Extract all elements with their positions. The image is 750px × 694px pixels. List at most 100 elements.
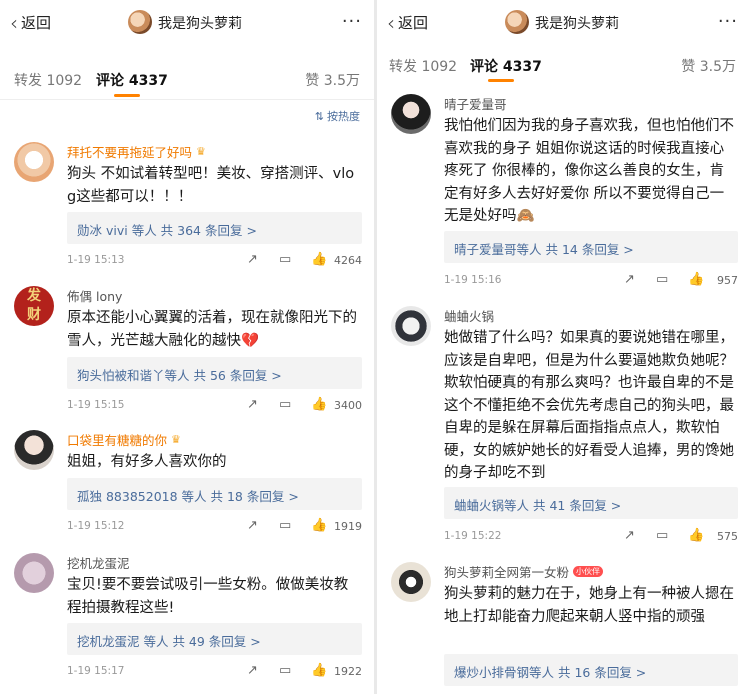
- comment-text: 我怕他们因为我的身子喜欢我，但也怕他们不喜欢我的身子 姐姐你说这话的时候我直接心…: [444, 118, 734, 224]
- comment-text: 她做错了什么吗？如果真的要说她错在哪里，应该是自卑吧，但是为什么要逼她欺负她呢？…: [444, 330, 734, 481]
- chevron-left-icon: ‹: [387, 10, 395, 35]
- back-button[interactable]: ‹ 返回: [387, 12, 428, 33]
- author-name[interactable]: 我是狗头萝莉: [158, 13, 242, 33]
- comment-time: 1-19 15:17: [67, 665, 125, 677]
- sort-icon: ⇅: [314, 109, 324, 123]
- tab-bar: 转发 1092 评论 4337 赞 3.5万: [377, 46, 750, 82]
- share-icon[interactable]: ↗: [624, 528, 635, 543]
- reply-summary[interactable]: 狗头怕被和谐丫等人 共 56 条回复 >: [67, 357, 362, 389]
- comment-text: 宝贝!要不要尝试吸引一些女粉。做做美妆教程拍摄教程这些!: [67, 577, 349, 616]
- comment-icon[interactable]: ▭: [656, 528, 668, 543]
- comment-text: 姐姐，有好多人喜欢你的: [67, 454, 227, 470]
- back-label: 返回: [398, 14, 429, 32]
- comment-username[interactable]: 狗头萝莉全网第一女粉 小伙伴: [444, 562, 738, 580]
- like-icon[interactable]: 👍: [311, 397, 327, 412]
- avatar[interactable]: [14, 142, 54, 182]
- tab-likes[interactable]: 赞 3.5万: [681, 56, 736, 76]
- username-text: 拜托不要再拖延了好吗: [67, 144, 193, 160]
- share-icon[interactable]: ↗: [247, 397, 258, 412]
- fan-badge: 小伙伴: [573, 565, 604, 577]
- comment-body: 晴子爱量哥 我怕他们因为我的身子喜欢我，但也怕他们不喜欢我的身子 姐姐你说这话的…: [444, 94, 738, 228]
- username-text: 佈偶 lony: [67, 288, 123, 304]
- comment-username[interactable]: 晴子爱量哥: [444, 94, 738, 112]
- share-icon[interactable]: ↗: [247, 518, 258, 533]
- comment-icon[interactable]: ▭: [279, 518, 291, 533]
- right-screenshot-panel: ‹ 返回 我是狗头萝莉 ··· 转发 1092 评论 4337 赞 3.5万 晴…: [377, 0, 750, 694]
- like-icon[interactable]: 👍: [311, 663, 327, 678]
- avatar[interactable]: [391, 562, 431, 602]
- more-dots-icon[interactable]: ···: [342, 11, 362, 32]
- avatar[interactable]: [14, 553, 54, 593]
- avatar[interactable]: [391, 306, 431, 346]
- left-screenshot-panel: ‹ 返回 我是狗头萝莉 ··· 转发 1092 评论 4337 赞 3.5万 ⇅…: [0, 0, 374, 694]
- comment-meta: 1-19 15:13 ↗ ▭ 👍 4264: [67, 252, 362, 270]
- share-icon[interactable]: ↗: [247, 252, 258, 267]
- avatar[interactable]: [391, 94, 431, 134]
- comment-body: 挖机龙蛋泥 宝贝!要不要尝试吸引一些女粉。做做美妆教程拍摄教程这些!: [67, 553, 362, 619]
- like-count: 1919: [334, 520, 362, 533]
- comment-time: 1-19 15:16: [444, 274, 502, 286]
- back-button[interactable]: ‹ 返回: [10, 12, 51, 33]
- comment-body: 狗头萝莉全网第一女粉 小伙伴 狗头萝莉的魅力在于，她身上有一种被人摁在地上打却能…: [444, 562, 738, 628]
- comment-meta: 1-19 15:17 ↗ ▭ 👍 1922: [67, 663, 362, 681]
- comment-icon[interactable]: ▭: [279, 252, 291, 267]
- avatar[interactable]: 发财: [14, 286, 54, 326]
- tab-active-underline: [488, 79, 514, 82]
- reply-summary[interactable]: 爆炒小排骨钢等人 共 16 条回复 >: [444, 654, 738, 686]
- top-nav-bar: ‹ 返回 我是狗头萝莉 ···: [377, 0, 750, 44]
- comment-meta: 1-19 15:12 ↗ ▭ 👍 1919: [67, 518, 362, 536]
- author-avatar[interactable]: [505, 10, 529, 34]
- avatar[interactable]: [14, 430, 54, 470]
- like-icon[interactable]: 👍: [311, 252, 327, 267]
- comment-item: 口袋里有糖糖的你 ♛ 姐姐，有好多人喜欢你的 孤独 883852018 等人 共…: [0, 430, 374, 540]
- like-icon[interactable]: 👍: [688, 272, 704, 287]
- reply-summary[interactable]: 挖机龙蛋泥 等人 共 49 条回复 >: [67, 623, 362, 655]
- comment-username[interactable]: 拜托不要再拖延了好吗 ♛: [67, 142, 362, 160]
- tab-comments[interactable]: 评论 4337: [470, 56, 542, 76]
- comment-item: 晴子爱量哥 我怕他们因为我的身子喜欢我，但也怕他们不喜欢我的身子 姐姐你说这话的…: [377, 94, 750, 290]
- comment-username[interactable]: 挖机龙蛋泥: [67, 553, 362, 571]
- share-icon[interactable]: ↗: [247, 663, 258, 678]
- sort-toggle[interactable]: ⇅ 按热度: [315, 108, 360, 124]
- comment-body: 口袋里有糖糖的你 ♛ 姐姐，有好多人喜欢你的: [67, 430, 362, 474]
- comment-icon[interactable]: ▭: [279, 397, 291, 412]
- author-name[interactable]: 我是狗头萝莉: [535, 13, 619, 33]
- comment-text: 原本还能小心翼翼的活着，现在就像阳光下的雪人，光芒越大融化的越快💔: [67, 310, 357, 349]
- like-icon[interactable]: 👍: [311, 518, 327, 533]
- tab-repost[interactable]: 转发 1092: [14, 70, 82, 90]
- back-label: 返回: [21, 14, 52, 32]
- chevron-left-icon: ‹: [10, 10, 18, 35]
- comment-username[interactable]: 蛐蛐火锅: [444, 306, 738, 324]
- comment-username[interactable]: 口袋里有糖糖的你 ♛: [67, 430, 362, 448]
- author-avatar[interactable]: [128, 10, 152, 34]
- comment-item: 挖机龙蛋泥 宝贝!要不要尝试吸引一些女粉。做做美妆教程拍摄教程这些! 挖机龙蛋泥…: [0, 553, 374, 688]
- reply-summary[interactable]: 蛐蛐火锅等人 共 41 条回复 >: [444, 487, 738, 519]
- comment-meta: 1-19 15:16 ↗ ▭ 👍 957: [444, 272, 738, 290]
- comment-item: 蛐蛐火锅 她做错了什么吗？如果真的要说她错在哪里，应该是自卑吧，但是为什么要逼她…: [377, 306, 750, 546]
- comment-body: 佈偶 lony 原本还能小心翼翼的活着，现在就像阳光下的雪人，光芒越大融化的越快…: [67, 286, 362, 352]
- top-nav-bar: ‹ 返回 我是狗头萝莉 ···: [0, 0, 374, 44]
- like-count: 575: [717, 530, 738, 543]
- comment-time: 1-19 15:22: [444, 530, 502, 542]
- share-icon[interactable]: ↗: [624, 272, 635, 287]
- tab-likes[interactable]: 赞 3.5万: [305, 70, 360, 90]
- comment-item: 拜托不要再拖延了好吗 ♛ 狗头 不如试着转型吧！美妆、穿搭测评、vlog这些都可…: [0, 142, 374, 274]
- tab-bar: 转发 1092 评论 4337 赞 3.5万: [0, 44, 374, 100]
- like-icon[interactable]: 👍: [688, 528, 704, 543]
- username-text: 蛐蛐火锅: [444, 308, 495, 324]
- username-text: 狗头萝莉全网第一女粉: [444, 564, 570, 580]
- comment-icon[interactable]: ▭: [279, 663, 291, 678]
- comment-time: 1-19 15:13: [67, 254, 125, 266]
- reply-summary[interactable]: 晴子爱量哥等人 共 14 条回复 >: [444, 231, 738, 263]
- tab-repost[interactable]: 转发 1092: [389, 56, 457, 76]
- comment-body: 拜托不要再拖延了好吗 ♛ 狗头 不如试着转型吧！美妆、穿搭测评、vlog这些都可…: [67, 142, 362, 208]
- tab-comments[interactable]: 评论 4337: [96, 70, 168, 90]
- more-dots-icon[interactable]: ···: [718, 11, 738, 32]
- reply-summary[interactable]: 勋冰 vivi 等人 共 364 条回复 >: [67, 212, 362, 244]
- crown-icon: ♛: [196, 144, 206, 158]
- like-count: 957: [717, 274, 738, 287]
- comment-icon[interactable]: ▭: [656, 272, 668, 287]
- like-count: 4264: [334, 254, 362, 267]
- comment-username[interactable]: 佈偶 lony: [67, 286, 362, 304]
- reply-summary[interactable]: 孤独 883852018 等人 共 18 条回复 >: [67, 478, 362, 510]
